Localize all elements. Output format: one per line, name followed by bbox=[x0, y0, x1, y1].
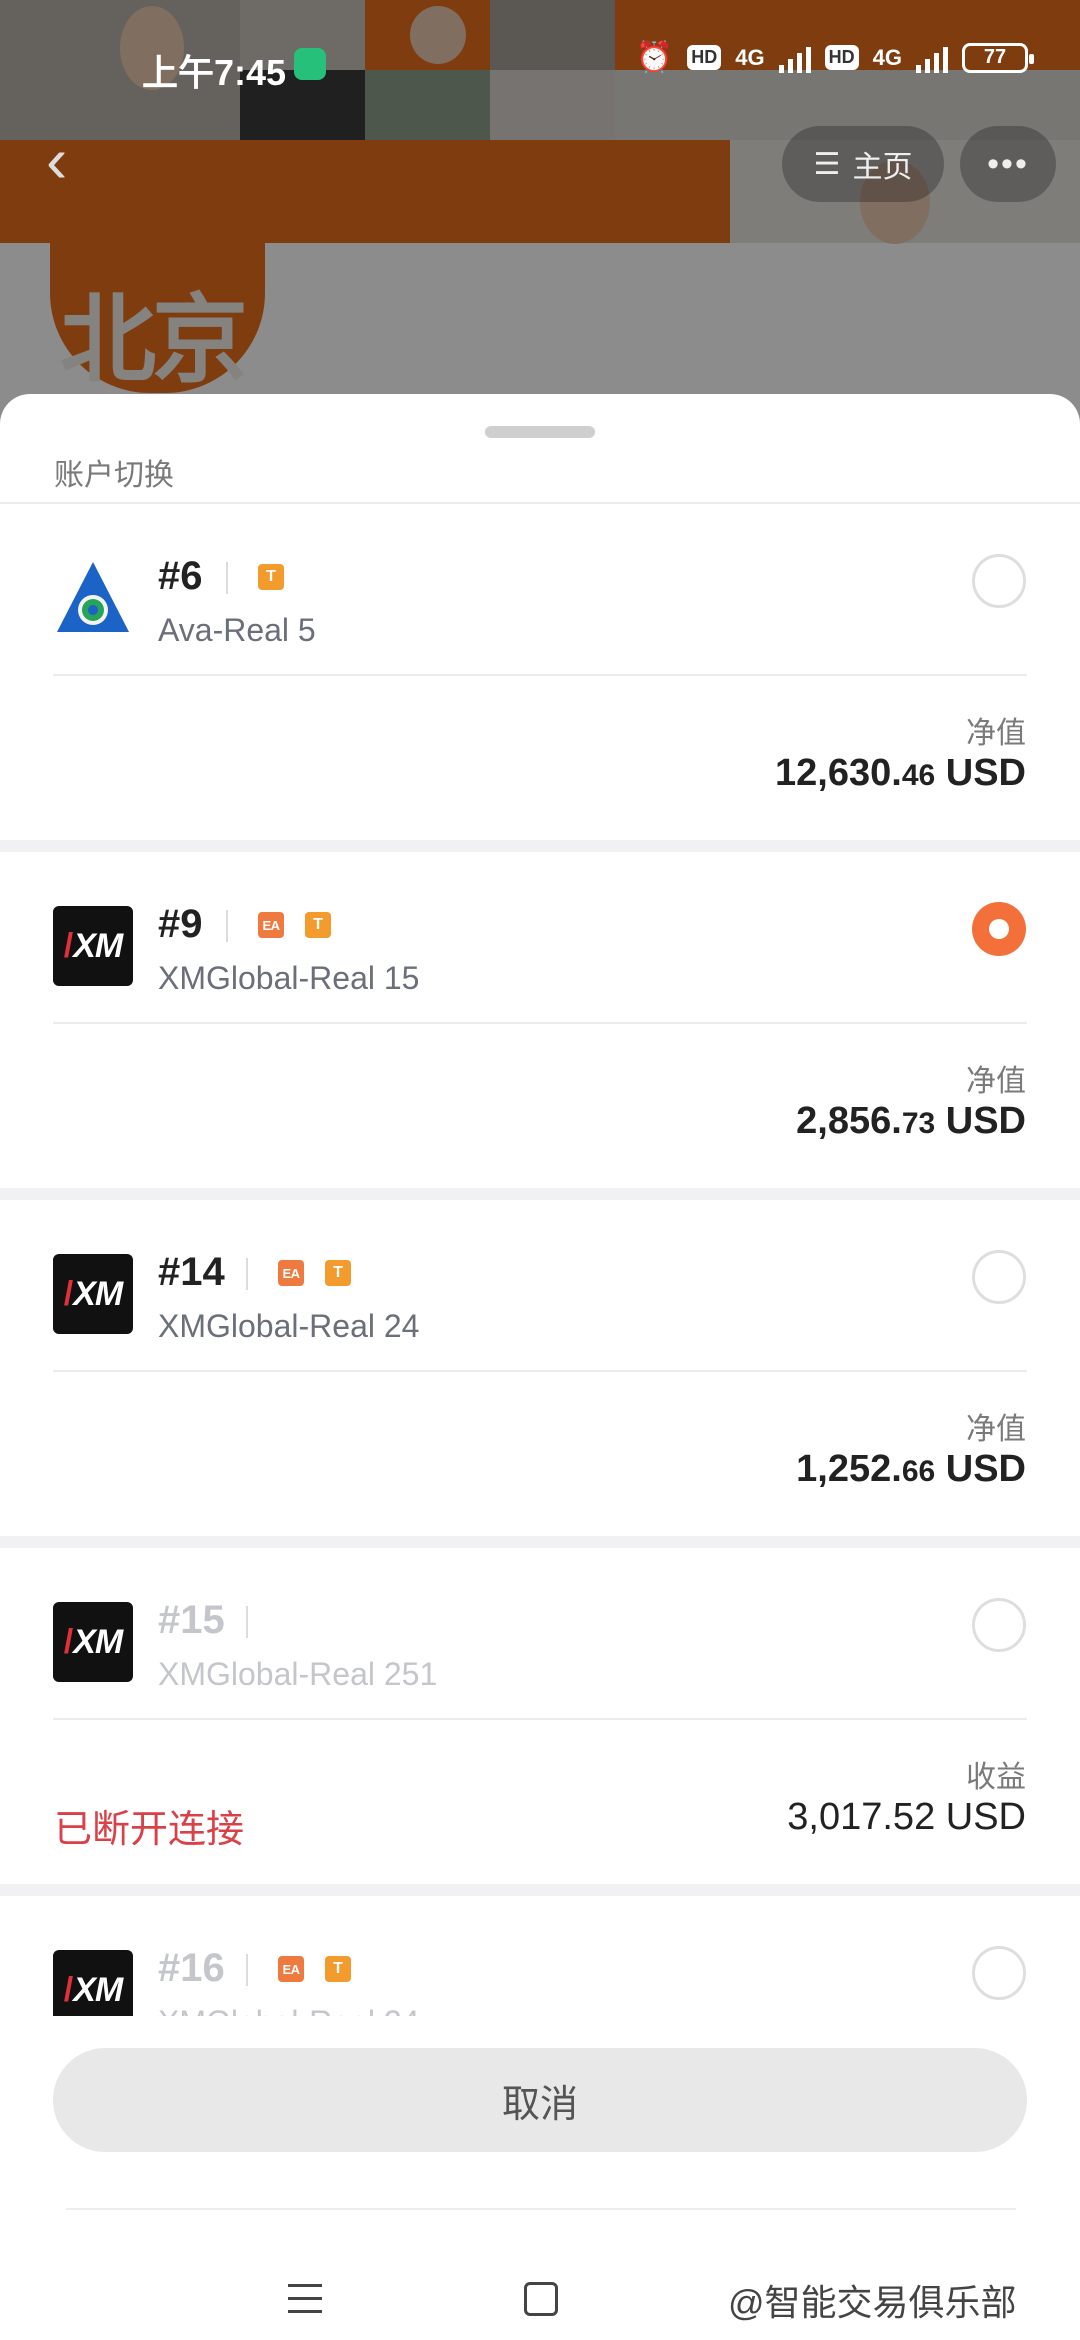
network-label: 4G bbox=[872, 44, 902, 70]
account-equity: 2,856.73 USD bbox=[796, 1100, 1026, 1142]
account-radio-icon[interactable] bbox=[972, 1946, 1026, 2000]
tag-t: T bbox=[305, 912, 331, 938]
xm-logo-icon: / XM bbox=[53, 906, 133, 986]
tag-t: T bbox=[258, 564, 284, 590]
signal-icon bbox=[916, 43, 948, 73]
account-server: XMGlobal-Real 251 bbox=[158, 1656, 438, 1692]
account-number: #14 bbox=[158, 1250, 225, 1294]
tag-ea: EA bbox=[278, 1956, 304, 1982]
account-profit: 3,017.52 USD bbox=[787, 1796, 1026, 1838]
status-bar: 上午7:45 ⏰ HD 4G HD 4G 77 bbox=[0, 0, 1080, 130]
account-radio-selected-icon[interactable] bbox=[972, 902, 1026, 956]
sheet-grabber[interactable] bbox=[485, 426, 595, 438]
status-time: 上午7:45 bbox=[142, 52, 287, 93]
account-card[interactable]: / XM #15 XMGlobal-Real 251 已断开连接 收益 3,017… bbox=[0, 1548, 1080, 1884]
xm-logo-icon: / XM bbox=[53, 1254, 133, 1334]
account-number: #6 bbox=[158, 554, 203, 598]
account-equity: 1,252.66 USD bbox=[796, 1448, 1026, 1490]
hd-badge: HD bbox=[824, 45, 859, 70]
account-server: XMGlobal-Real 24 bbox=[158, 2004, 419, 2016]
menu-icon[interactable] bbox=[288, 2284, 322, 2314]
value-label: 收益 bbox=[966, 1761, 1026, 1794]
account-card[interactable]: / XM #14 EA T XMGlobal-Real 24 净值 1,252.6… bbox=[0, 1200, 1080, 1536]
value-label: 净值 bbox=[966, 717, 1026, 750]
account-server: XMGlobal-Real 15 bbox=[158, 960, 420, 996]
system-nav-bar: @智能交易俱乐部 bbox=[0, 2264, 1080, 2340]
tag-ea: EA bbox=[258, 912, 284, 938]
avatrade-logo-icon bbox=[53, 558, 133, 638]
signal-icon bbox=[778, 43, 811, 73]
sheet-title: 账户切换 bbox=[54, 459, 174, 492]
tag-t: T bbox=[325, 1956, 351, 1982]
account-switch-sheet: 账户切换 #6 T Ava-Real 5 净值 12,630.46 USD / X… bbox=[0, 394, 1080, 2340]
xm-logo-icon: / XM bbox=[53, 1950, 133, 2016]
home-square-icon[interactable] bbox=[524, 2282, 558, 2316]
value-label: 净值 bbox=[966, 1413, 1026, 1446]
account-radio-icon[interactable] bbox=[972, 1598, 1026, 1652]
account-card[interactable]: /XM #16 EA T XMGlobal-Real 24 bbox=[0, 1896, 1080, 2016]
cancel-button[interactable]: 取消 bbox=[53, 2048, 1027, 2152]
tag-t: T bbox=[325, 1260, 351, 1286]
account-number: #16 bbox=[158, 1946, 225, 1990]
home-button[interactable]: ☰ 主页 bbox=[782, 126, 944, 202]
account-server: Ava-Real 5 bbox=[158, 612, 316, 648]
tag-ea: EA bbox=[278, 1260, 304, 1286]
connection-status: 已断开连接 bbox=[54, 1809, 245, 1851]
back-arrow-icon[interactable]: ‹ bbox=[46, 128, 108, 202]
account-number: #15 bbox=[158, 1598, 225, 1642]
account-equity: 12,630.46 USD bbox=[775, 752, 1026, 794]
account-server: XMGlobal-Real 24 bbox=[158, 1308, 420, 1344]
alarm-icon: ⏰ bbox=[635, 41, 674, 74]
account-radio-icon[interactable] bbox=[972, 1250, 1026, 1304]
hd-badge: HD bbox=[687, 45, 722, 70]
home-label: 主页 bbox=[852, 151, 913, 184]
account-radio-icon[interactable] bbox=[972, 554, 1026, 608]
account-card[interactable]: / XM #9 EA T XMGlobal-Real 15 净值 2,856.73… bbox=[0, 852, 1080, 1188]
battery-icon: 77 bbox=[962, 42, 1034, 73]
watermark: @智能交易俱乐部 bbox=[728, 2282, 1017, 2323]
shield-icon bbox=[294, 48, 326, 80]
menu-lines-icon: ☰ bbox=[813, 147, 841, 181]
account-number: #9 bbox=[158, 902, 203, 946]
network-label: 4G bbox=[735, 44, 765, 70]
xm-logo-icon: / XM bbox=[53, 1602, 133, 1682]
account-card[interactable]: #6 T Ava-Real 5 净值 12,630.46 USD bbox=[0, 504, 1080, 840]
value-label: 净值 bbox=[966, 1065, 1026, 1098]
more-button[interactable]: ••• bbox=[960, 126, 1056, 202]
